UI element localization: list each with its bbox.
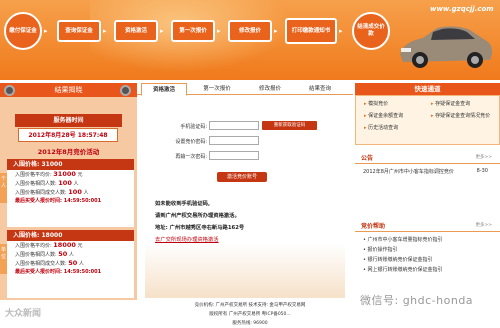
phone-code-row: 手机验证码: 重新获取验证码: [137, 121, 353, 132]
tab-result-query[interactable]: 结果查询: [297, 83, 343, 95]
phone-code-input[interactable]: [209, 121, 259, 130]
more-link[interactable]: 更多>>: [475, 154, 492, 160]
help-item[interactable]: • 银行转账缴纳竞价保证金指引: [363, 255, 500, 265]
wheel-icon: [4, 85, 15, 96]
note-line: 如未能收到手机验证码,: [155, 201, 210, 207]
note-line: 请到广州产权交易所办理资格激活。: [155, 213, 240, 219]
arrow-icon: ▸: [364, 113, 367, 119]
car-image: [400, 26, 493, 68]
wheel-icon: [120, 85, 131, 96]
result-row: 入围价格平均价: 31000 元: [15, 170, 83, 178]
arrow-icon: ▸: [217, 27, 221, 35]
group-title: 入围价格: 18000: [7, 230, 134, 241]
step-query-deposit[interactable]: 查询保证金: [57, 20, 101, 42]
result-row: 入围价格平均价: 18000 元: [15, 241, 83, 249]
left-panel: 结果揭晓 服务器时间 2012年8月28号 18:57:48 2012年8月竞价…: [0, 83, 137, 302]
footer-line: 服务热线: 96900: [232, 321, 268, 326]
arrow-icon: ▸: [339, 27, 343, 35]
help-item[interactable]: • 网上银行转账缴纳竞价保证金指引: [363, 265, 500, 275]
skyline-background: [145, 243, 345, 298]
tab-first-bid[interactable]: 第一次报价: [192, 83, 242, 95]
company-results: 单位 入围价格: 18000 入围价格平均价: 18000 元 入围价格相同人数…: [0, 230, 134, 298]
set-password-label: 设置竞价密码:: [175, 139, 207, 145]
confirm-password-input[interactable]: [209, 151, 259, 160]
step-pay-deposit[interactable]: 缴付保证金: [4, 12, 42, 50]
step-print-notice[interactable]: 打印缴款通知书: [285, 18, 337, 44]
arrow-icon: ▸: [44, 27, 48, 35]
quick-access-title: 快速通道: [355, 83, 500, 95]
arrow-icon: ▸: [364, 125, 367, 131]
watermark-right: 微信号: ghdc-honda: [360, 294, 474, 307]
result-row: 入围价格相同人数: 50 人: [15, 250, 74, 258]
help-item[interactable]: • 广州市中小客车增量指标竞价指引: [363, 235, 500, 245]
note-line: 地址: 广州市越秀区寺右新马路162号: [155, 225, 245, 231]
arrow-icon: ▸: [364, 101, 367, 107]
quick-links: ▸ 模拟竞价 ▸ 存疑保证金查询 ▸ 保证金余额查询 ▸ 存疑保证金查询情况竞价…: [355, 95, 500, 145]
set-password-row: 设置竞价密码:: [137, 136, 353, 147]
confirm-password-row: 再输一次密码:: [137, 151, 353, 162]
quick-link[interactable]: ▸ 历史活动查询: [364, 124, 398, 131]
result-row: 入围价格相同成交人数: 50 人: [15, 259, 84, 267]
arrow-icon: ▸: [160, 27, 164, 35]
server-time-title: 服务器时间: [15, 114, 122, 127]
help-header: 竞价帮助 更多>>: [355, 219, 500, 232]
onsite-activation-link[interactable]: 去广交所现场办理资格激活: [155, 234, 345, 246]
main-content: 资格激活 第一次报价 修改报价 结果查询 手机验证码: 重新获取验证码 设置竞价…: [137, 83, 353, 300]
announcement-item[interactable]: 2012年8月广州市中小客车指标调控竞价 8-30: [355, 164, 500, 179]
activation-notes: 如未能收到手机验证码, 请到广州产权交易所办理资格激活。 地址: 广州市越秀区寺…: [155, 198, 345, 246]
watermark-left: 大众新闻: [5, 309, 42, 319]
more-link[interactable]: 更多>>: [475, 222, 492, 228]
help-item[interactable]: • 报价操作指引: [363, 245, 500, 255]
server-time: 2012年8月28号 18:57:48: [18, 128, 118, 142]
process-steps: 缴付保证金 ▸ 查询保证金 ▸ 资格激活 ▸ 第一次报价 ▸ 修改报价 ▸ 打印…: [2, 12, 412, 52]
get-code-button[interactable]: 重新获取验证码: [262, 121, 317, 130]
activate-account-button[interactable]: 激活竞价账号: [217, 172, 267, 182]
quick-link[interactable]: ▸ 模拟竞价: [364, 100, 388, 107]
header-banner: www.gzqcjj.com 缴付保证金 ▸ 查询保证金 ▸ 资格激活 ▸ 第一…: [0, 0, 500, 80]
group-title: 入围价格: 31000: [7, 159, 134, 170]
announcements-header: 公告 更多>>: [355, 151, 500, 164]
activity-title: 2012年8月竞价活动: [37, 148, 100, 156]
confirm-password-label: 再输一次密码:: [175, 154, 207, 160]
footer-line: 版权所有 广州产权交易所 粤ICP备050...: [209, 312, 291, 317]
phone-code-label: 手机验证码:: [180, 124, 207, 130]
quick-link[interactable]: ▸ 保证金余额查询: [364, 112, 403, 119]
tab-modify-bid[interactable]: 修改报价: [247, 83, 293, 95]
tab-activate[interactable]: 资格激活: [141, 83, 187, 96]
personal-results: 个人 入围价格: 31000 入围价格平均价: 31000 元 入围价格相同人数…: [0, 159, 134, 227]
arrow-icon: ▸: [431, 113, 434, 119]
step-activate[interactable]: 资格激活: [114, 20, 158, 42]
result-row: 最后买受人报价时间: 14:59:50:001: [15, 269, 102, 275]
arrow-icon: ▸: [274, 27, 278, 35]
result-row: 最后买受人报价时间: 14:59:50:001: [15, 198, 102, 204]
group-side-label: 个人: [0, 173, 7, 203]
results-title: 结果揭晓: [0, 83, 137, 97]
quick-link[interactable]: ▸ 存疑保证金查询: [431, 100, 470, 107]
help-title: 竞价帮助: [361, 223, 386, 230]
password-input[interactable]: [209, 136, 259, 145]
step-modify-bid[interactable]: 修改报价: [228, 20, 272, 42]
arrow-icon: ▸: [103, 27, 107, 35]
arrow-icon: ▸: [431, 101, 434, 107]
result-row: 入围价格相同成交人数: 100 人: [15, 188, 89, 196]
group-side-label: 单位: [0, 244, 7, 274]
result-row: 入围价格相同人数: 100 人: [15, 179, 79, 187]
step-settle[interactable]: 结清成交价款: [352, 12, 390, 50]
step-first-bid[interactable]: 第一次报价: [171, 20, 215, 42]
help-list: • 广州市中小客车增量指标竞价指引 • 报价操作指引 • 银行转账缴纳竞价保证金…: [355, 232, 500, 275]
quick-link[interactable]: ▸ 存疑保证金查询情况竞价: [431, 112, 490, 119]
right-panel: 快速通道 ▸ 模拟竞价 ▸ 存疑保证金查询 ▸ 保证金余额查询 ▸ 存疑保证金查…: [355, 83, 500, 300]
announcements-title: 公告: [361, 155, 374, 162]
tab-bar: 资格激活 第一次报价 修改报价 结果查询: [137, 83, 353, 96]
site-url[interactable]: www.gzqcjj.com: [430, 5, 494, 13]
results-panel: 服务器时间 2012年8月28号 18:57:48 2012年8月竞价活动 个人…: [0, 97, 137, 302]
